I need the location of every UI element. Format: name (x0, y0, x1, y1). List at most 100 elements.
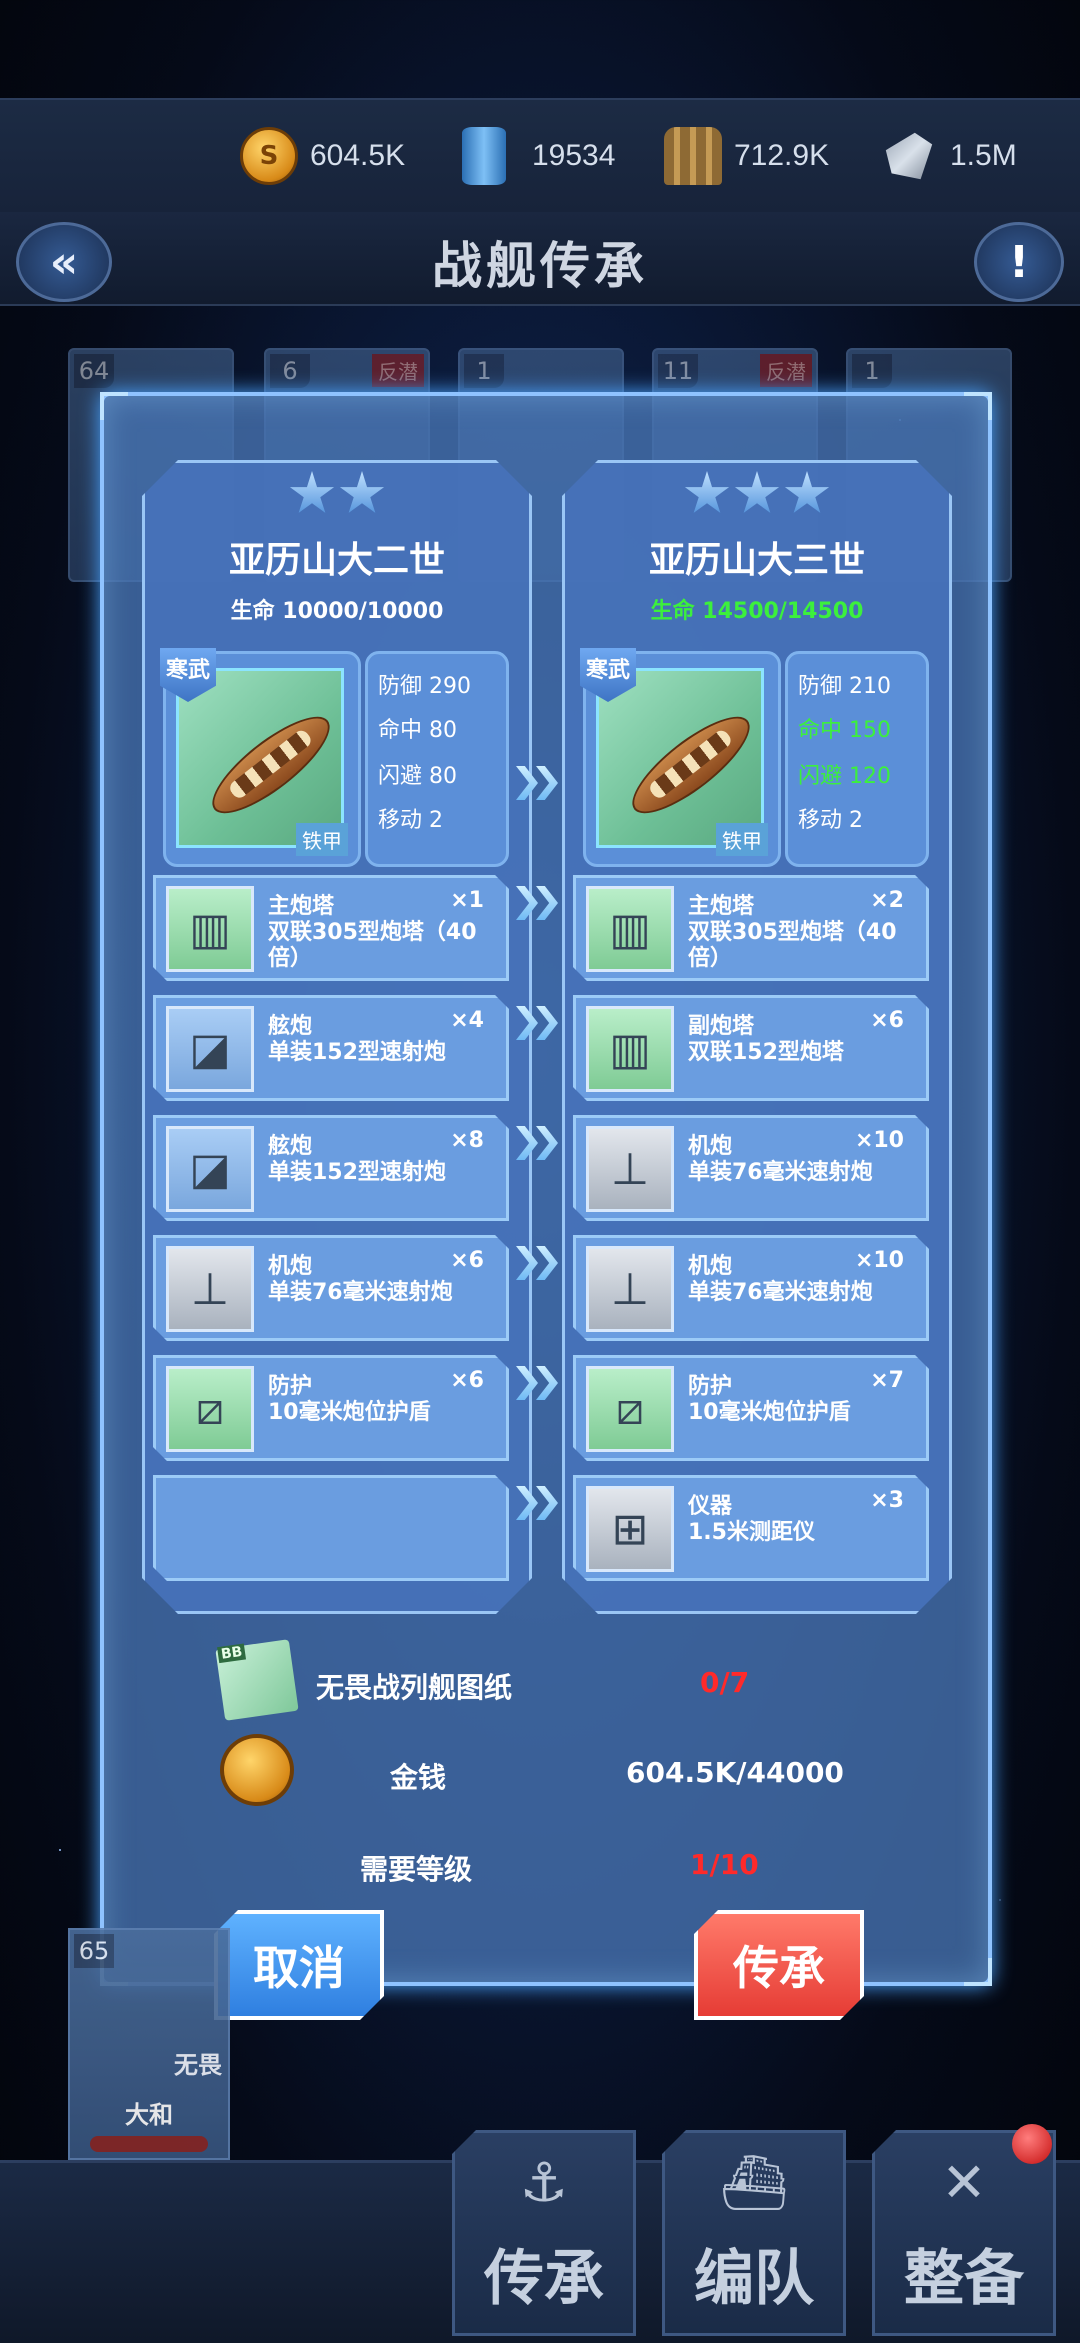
requirement-level: 需要等级 1/10 (180, 1830, 920, 1900)
equipment-desc: 单装152型速射炮 (268, 1160, 446, 1185)
equipment-slot[interactable]: ◪ 舷炮 ×8 单装152型速射炮 (153, 1115, 509, 1221)
requirement-label: 金钱 (390, 1761, 447, 1794)
equipment-slot[interactable]: ▥ 主炮塔 ×2 双联305型炮塔（40倍） (573, 875, 929, 981)
twin-turret-icon: ▥ (586, 1006, 674, 1092)
card-level: 65 (74, 1934, 114, 1968)
equipment-slot[interactable]: ⧄ 防护 ×6 10毫米炮位护盾 (153, 1355, 509, 1461)
machine-gun-icon: ⊥ (166, 1246, 254, 1332)
equipment-slot[interactable]: ⊥ 机炮 ×10 单装76毫米速射炮 (573, 1115, 929, 1221)
equipment-name: 主炮塔 (688, 894, 755, 919)
equipment-slot[interactable]: ⊥ 机炮 ×10 单装76毫米速射炮 (573, 1235, 929, 1341)
equipment-desc: 双联305型炮塔（40倍） (688, 920, 897, 971)
nav-label: 整备 (904, 2244, 1024, 2314)
ship-name: 亚历山大二世 (228, 540, 445, 581)
armor-type-label: 铁甲 (296, 823, 348, 856)
nav-label: 编队 (694, 2244, 814, 2314)
broadside-gun-icon: ◪ (166, 1126, 254, 1212)
requirement-money: 金钱 604.5K/44000 (180, 1734, 920, 1808)
armor-type-label: 铁甲 (716, 823, 768, 856)
star-icon (734, 471, 780, 517)
stats-box: 防御 290 命中 80 闪避 80 移动 2 (365, 651, 509, 867)
exclamation-icon: ! (1008, 236, 1030, 288)
fleet-icon: ⛴ (719, 2151, 789, 2214)
card-level: 1 (852, 354, 892, 388)
equipment-count: ×10 (854, 1128, 904, 1153)
oil-barrel-icon (462, 127, 506, 185)
equipment-desc: 双联305型炮塔（40倍） (268, 920, 477, 971)
equipment-name: 舷炮 (268, 1014, 313, 1039)
equipment-slot[interactable]: ⧄ 防护 ×7 10毫米炮位护盾 (573, 1355, 929, 1461)
inherit-button[interactable]: 传承 (694, 1910, 864, 2020)
equipment-count: ×4 (450, 1008, 484, 1033)
equipment-slot[interactable]: ◪ 舷炮 ×4 单装152型速射炮 (153, 995, 509, 1101)
armor-plate-icon: ⧄ (166, 1366, 254, 1452)
stat-evasion: 闪避 80 (378, 764, 457, 789)
ammo-shells-icon (664, 127, 722, 185)
empty-equipment-slot[interactable] (153, 1475, 509, 1581)
equipment-desc: 10毫米炮位护盾 (268, 1400, 431, 1425)
cancel-button[interactable]: 取消 (214, 1910, 384, 2020)
ammo-value: 712.9K (734, 139, 830, 172)
resource-coins: 604.5K (240, 124, 405, 188)
ship-name: 亚历山大三世 (648, 540, 865, 581)
armor-plate-icon: ⧄ (586, 1366, 674, 1452)
nav-fleet-tab[interactable]: ⛴ 编队 (662, 2130, 846, 2336)
nav-inherit-tab[interactable]: ⚓ 传承 (452, 2130, 636, 2336)
transfer-arrow-icon (516, 886, 562, 920)
target-ship-panel: 亚历山大三世 生命 14500/14500 寒武 铁甲 防御 210 命中 15… (562, 460, 952, 1614)
equipment-name: 机炮 (688, 1134, 733, 1159)
resource-steel: 1.5M (880, 124, 1017, 188)
info-button[interactable]: ! (974, 222, 1064, 302)
dialog-corner (100, 392, 128, 420)
requirement-label: 无畏战列舰图纸 (316, 1671, 513, 1704)
rangefinder-icon: ⊞ (586, 1486, 674, 1572)
equipment-slot[interactable]: ⊞ 仪器 ×3 1.5米测距仪 (573, 1475, 929, 1581)
battleship-icon (619, 702, 762, 828)
equipment-count: ×7 (870, 1368, 904, 1393)
star-icon (684, 471, 730, 517)
equipment-desc: 双联152型炮塔 (688, 1040, 844, 1065)
star-icon (339, 471, 385, 517)
transfer-arrow-icon (516, 1126, 562, 1160)
star-icon (289, 471, 335, 517)
equipment-count: ×6 (450, 1368, 484, 1393)
requirement-blueprint: 无畏战列舰图纸 0/7 (180, 1639, 920, 1721)
ship-portrait[interactable]: 寒武 铁甲 (583, 651, 781, 867)
equipment-name: 副炮塔 (688, 1014, 755, 1039)
blueprint-icon (215, 1639, 299, 1721)
inherit-icon: ⚓ (519, 2151, 569, 2214)
machine-gun-icon: ⊥ (586, 1246, 674, 1332)
equipment-count: ×1 (450, 888, 484, 913)
resource-bar: 604.5K 19534 712.9K 1.5M (0, 98, 1080, 214)
card-tag: 反潜 (372, 354, 424, 387)
title-bar: « 战舰传承 ! (0, 212, 1080, 306)
equipment-slot[interactable]: ▥ 主炮塔 ×1 双联305型炮塔（40倍） (153, 875, 509, 981)
steel-icon (885, 132, 933, 180)
resource-ammo: 712.9K (664, 124, 829, 188)
card-tag: 无畏 (174, 2051, 222, 2079)
ship-card-yamato[interactable]: 65 无畏 大和 (68, 1928, 230, 2160)
oil-value: 19534 (532, 139, 616, 172)
equipment-desc: 单装76毫米速射炮 (268, 1280, 453, 1305)
equipment-slot[interactable]: ⊥ 机炮 ×6 单装76毫米速射炮 (153, 1235, 509, 1341)
stat-evasion: 闪避 120 (798, 764, 891, 789)
star-rating (565, 471, 949, 521)
wrench-icon: ✕ (941, 2151, 987, 2214)
equipment-count: ×2 (870, 888, 904, 913)
equipment-count: ×10 (854, 1248, 904, 1273)
equipment-name: 防护 (688, 1374, 733, 1399)
equipment-desc: 单装152型速射炮 (268, 1040, 446, 1065)
steel-value: 1.5M (950, 139, 1017, 172)
star-rating (145, 471, 529, 521)
equipment-name: 主炮塔 (268, 894, 335, 919)
equipment-slot[interactable]: ▥ 副炮塔 ×6 双联152型炮塔 (573, 995, 929, 1101)
coin-icon (240, 127, 298, 185)
dialog-corner (964, 1958, 992, 1986)
equipment-name: 仪器 (688, 1494, 733, 1519)
resource-oil: 19534 (456, 124, 615, 188)
transfer-arrow-icon (516, 1366, 562, 1400)
equipment-name: 机炮 (268, 1254, 313, 1279)
ship-portrait[interactable]: 寒武 铁甲 (163, 651, 361, 867)
stat-defense: 防御 210 (798, 674, 891, 699)
card-progress-bar (90, 2136, 208, 2152)
